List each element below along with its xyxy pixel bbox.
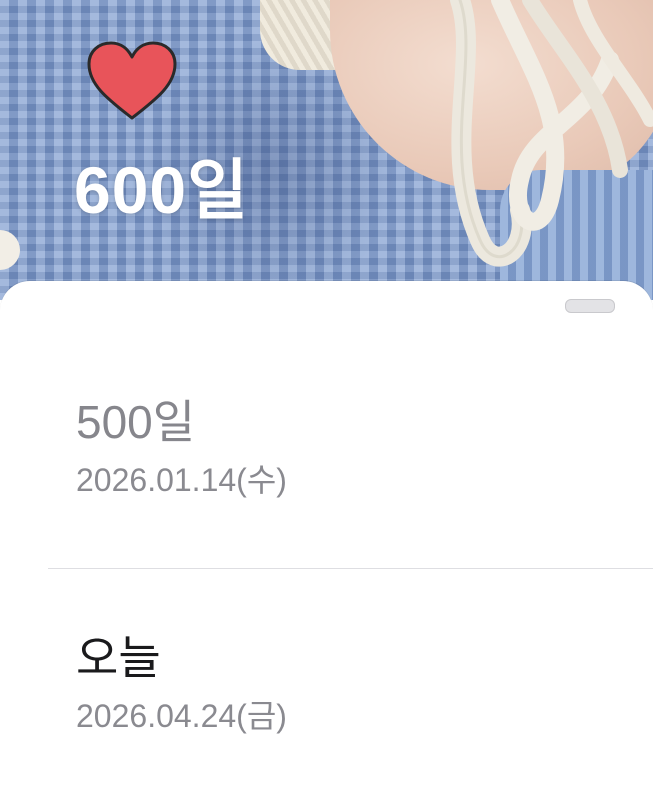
milestone-item-500[interactable]: 500일 2026.01.14(수) <box>76 394 287 500</box>
sheet-grabber-handle[interactable] <box>565 299 615 313</box>
milestone-label: 500일 <box>76 396 196 448</box>
heart-icon <box>87 41 177 120</box>
bottom-sheet[interactable]: 500일 2026.01.14(수) 오늘 2026.04.24(금) <box>0 281 653 805</box>
milestone-date: 2026.04.24(금) <box>76 698 287 734</box>
ribbon-decoration <box>450 0 653 267</box>
milestone-date: 2026.01.14(수) <box>76 462 287 498</box>
milestone-label: 오늘 <box>76 632 161 684</box>
list-divider <box>48 568 653 569</box>
dday-screen: 600일 500일 2026.01.14(수) 오늘 2026.04.24(금) <box>0 0 653 805</box>
dday-count-title: 600일 <box>74 153 249 227</box>
milestone-item-today[interactable]: 오늘 2026.04.24(금) <box>76 630 287 736</box>
